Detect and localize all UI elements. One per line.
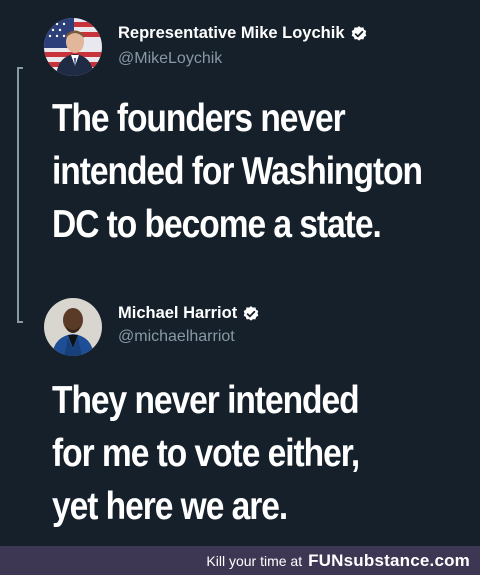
avatar[interactable] bbox=[44, 298, 102, 356]
footer-brand[interactable]: FUNsubstance.com bbox=[308, 551, 470, 571]
avatar-mike-loychik-image bbox=[44, 18, 102, 76]
display-name[interactable]: Michael Harriot bbox=[118, 304, 237, 323]
user-handle[interactable]: @MikeLoychik bbox=[118, 50, 222, 68]
tweet-body-line: yet here we are. bbox=[52, 485, 288, 528]
avatar-michael-harriot-image bbox=[44, 298, 102, 356]
tweet-body: The founders never intended for Washingt… bbox=[52, 92, 465, 251]
tweet-body-line: They never intended bbox=[52, 379, 360, 422]
tweet-body-line: DC to become a state. bbox=[52, 203, 382, 246]
footer-tagline: Kill your time at bbox=[206, 552, 303, 569]
verified-badge-icon bbox=[350, 25, 368, 43]
display-name[interactable]: Representative Mike Loychik bbox=[118, 24, 345, 43]
author-row: Representative Mike Loychik bbox=[118, 24, 368, 43]
avatar[interactable] bbox=[44, 18, 102, 76]
tweet-body: They never intended for me to vote eithe… bbox=[52, 374, 465, 533]
user-handle[interactable]: @michaelharriot bbox=[118, 328, 235, 346]
thread-connector-line bbox=[17, 67, 23, 323]
watermark-footer: Kill your time at FUNsubstance.com bbox=[0, 546, 480, 575]
tweet-body-line: intended for Washington bbox=[52, 150, 423, 193]
verified-badge-icon bbox=[242, 305, 260, 323]
author-row: Michael Harriot bbox=[118, 304, 260, 323]
tweet-body-line: for me to vote either, bbox=[52, 432, 360, 475]
tweet-body-line: The founders never bbox=[52, 97, 346, 140]
